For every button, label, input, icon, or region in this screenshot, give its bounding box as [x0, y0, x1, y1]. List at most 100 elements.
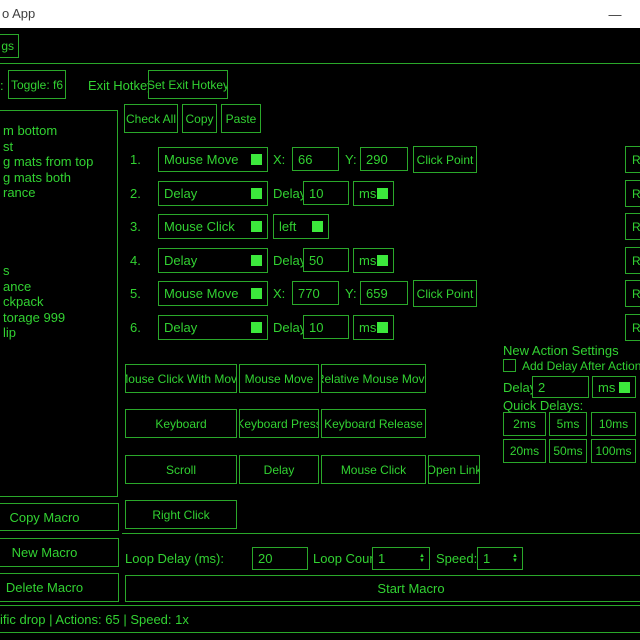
add-delay-after-action-checkbox[interactable] [503, 359, 516, 372]
dropdown-indicator-icon [312, 221, 323, 232]
paste-button[interactable]: Paste [221, 104, 261, 133]
loop-count-value: 1 [378, 551, 385, 566]
minimize-icon[interactable]: — [595, 2, 635, 26]
section-divider [122, 533, 640, 534]
remove-button[interactable]: R [625, 180, 640, 207]
status-bar: ific drop | Actions: 65 | Speed: 1x [0, 605, 640, 633]
copy-button[interactable]: Copy [182, 104, 217, 133]
quick-delay-5ms-button[interactable]: 5ms [549, 412, 587, 436]
delay-unit-dropdown[interactable]: ms [353, 315, 394, 340]
spinner-arrows-icon[interactable]: ▲▼ [419, 554, 427, 564]
add-keyboard-press-button[interactable]: Keyboard Press [239, 409, 319, 438]
dropdown-indicator-icon [251, 221, 262, 232]
remove-button[interactable]: R [625, 280, 640, 307]
loop-delay-input[interactable]: 20 [252, 547, 308, 570]
delay-unit-dropdown[interactable]: ms [353, 248, 394, 273]
dropdown-indicator-icon [251, 188, 262, 199]
add-delay-button[interactable]: Delay [239, 455, 319, 484]
speed-stepper[interactable]: 1 ▲▼ [477, 547, 523, 570]
y-label: Y: [345, 286, 357, 301]
action-row-number: 4. [130, 253, 141, 268]
click-point-button[interactable]: Click Point [413, 280, 477, 307]
window-title: o App [2, 6, 35, 21]
exit-hotkey-label: Exit Hotkey: [88, 78, 157, 93]
y-label: Y: [345, 152, 357, 167]
new-action-delay-input[interactable]: 2 [532, 376, 589, 398]
macro-app-window: { "window": { "title_fragment": "o App",… [0, 0, 640, 640]
quick-delay-100ms-button[interactable]: 100ms [591, 439, 636, 463]
remove-button[interactable]: R [625, 213, 640, 240]
delete-macro-button[interactable]: Delete Macro [0, 573, 119, 602]
hotkey-label-fragment: : [0, 78, 4, 93]
x-label: X: [273, 152, 285, 167]
delay-unit-value: ms [359, 320, 376, 335]
new-action-unit-dropdown[interactable]: ms [592, 376, 636, 398]
menu-divider [0, 63, 640, 64]
action-type-dropdown[interactable]: Delay [158, 315, 268, 340]
add-keyboard-button[interactable]: Keyboard [125, 409, 237, 438]
remove-button[interactable]: R [625, 146, 640, 173]
action-type-dropdown[interactable]: Delay [158, 181, 268, 206]
dropdown-indicator-icon [619, 382, 630, 393]
add-scroll-button[interactable]: Scroll [125, 455, 237, 484]
check-all-button[interactable]: Check All [124, 104, 178, 133]
quick-delays-label: Quick Delays: [503, 398, 583, 413]
mouse-button-value: left [279, 219, 296, 234]
action-list[interactable]: 1. Mouse Move X: 66 Y: 290 Click Point R… [0, 140, 640, 342]
loop-delay-label: Loop Delay (ms): [125, 551, 224, 566]
mouse-button-dropdown[interactable]: left [273, 214, 329, 239]
delay-unit-dropdown[interactable]: ms [353, 181, 394, 206]
action-type-value: Mouse Move [164, 152, 238, 167]
add-open-link-button[interactable]: Open Link [428, 455, 480, 484]
action-type-dropdown[interactable]: Delay [158, 248, 268, 273]
action-type-value: Mouse Move [164, 286, 238, 301]
add-keyboard-release-button[interactable]: Keyboard Release [321, 409, 426, 438]
speed-label: Speed: [436, 551, 477, 566]
action-row-number: 5. [130, 286, 141, 301]
quick-delay-50ms-button[interactable]: 50ms [549, 439, 587, 463]
y-input[interactable]: 659 [360, 281, 408, 305]
x-input[interactable]: 66 [292, 147, 339, 171]
set-exit-hotkey-button[interactable]: Set Exit Hotkey [148, 70, 228, 99]
action-type-dropdown[interactable]: Mouse Move [158, 281, 268, 306]
action-type-dropdown[interactable]: Mouse Click [158, 214, 268, 239]
toggle-hotkey-button[interactable]: Toggle: f6 [8, 70, 66, 99]
menu-settings-button[interactable]: gs [0, 34, 19, 58]
action-type-value: Delay [164, 320, 197, 335]
add-mouse-click-button[interactable]: Mouse Click [321, 455, 426, 484]
add-mouse-move-button[interactable]: Mouse Move [239, 364, 319, 393]
delay-input[interactable]: 10 [303, 181, 349, 205]
dropdown-indicator-icon [251, 255, 262, 266]
action-type-value: Delay [164, 253, 197, 268]
start-macro-button[interactable]: Start Macro [125, 575, 640, 602]
add-mouse-click-with-move-button[interactable]: Mouse Click With Move [125, 364, 237, 393]
add-delay-after-action-label: Add Delay After Action [522, 359, 640, 373]
copy-macro-button[interactable]: Copy Macro [0, 503, 119, 531]
remove-button[interactable]: R [625, 314, 640, 341]
new-macro-button[interactable]: New Macro [0, 538, 119, 567]
loop-count-stepper[interactable]: 1 ▲▼ [372, 547, 430, 570]
add-relative-mouse-move-button[interactable]: Relative Mouse Move [321, 364, 426, 393]
delay-input[interactable]: 10 [303, 315, 349, 339]
click-point-button[interactable]: Click Point [413, 146, 477, 173]
x-input[interactable]: 770 [292, 281, 339, 305]
remove-button[interactable]: R [625, 247, 640, 274]
quick-delay-20ms-button[interactable]: 20ms [503, 439, 546, 463]
list-item[interactable]: m bottom [3, 123, 57, 138]
quick-delay-10ms-button[interactable]: 10ms [591, 412, 636, 436]
dropdown-indicator-icon [377, 322, 388, 333]
add-right-click-button[interactable]: Right Click [125, 500, 237, 529]
dropdown-indicator-icon [251, 288, 262, 299]
new-action-unit-value: ms [598, 380, 615, 395]
action-type-dropdown[interactable]: Mouse Move [158, 147, 268, 172]
delay-input[interactable]: 50 [303, 248, 349, 272]
delay-unit-value: ms [359, 186, 376, 201]
y-input[interactable]: 290 [360, 147, 408, 171]
quick-delay-2ms-button[interactable]: 2ms [503, 412, 546, 436]
dropdown-indicator-icon [377, 255, 388, 266]
action-type-value: Delay [164, 186, 197, 201]
action-row-number: 6. [130, 320, 141, 335]
action-row-number: 2. [130, 186, 141, 201]
speed-value: 1 [483, 551, 490, 566]
spinner-arrows-icon[interactable]: ▲▼ [512, 554, 520, 564]
